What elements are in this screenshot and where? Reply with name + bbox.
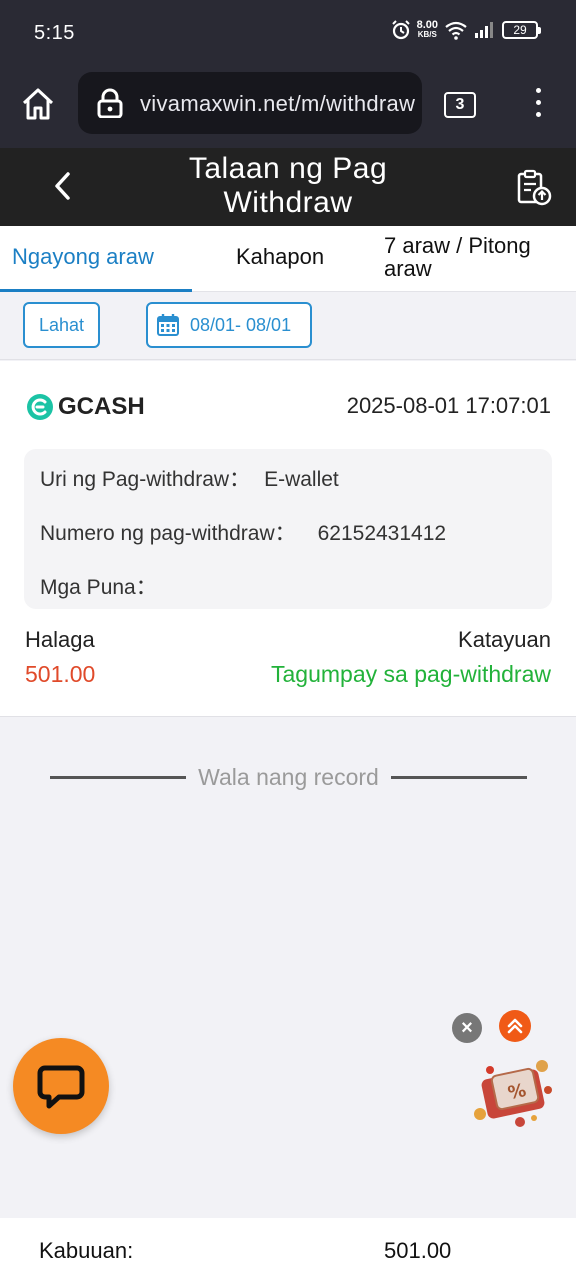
tab-today[interactable]: Ngayong araw [0, 226, 192, 292]
total-bar: Kabuuan: 501.00 [0, 1218, 576, 1280]
chat-icon [37, 1065, 85, 1109]
amount-value: 501.00 [25, 661, 96, 687]
tab-seven-days[interactable]: 7 araw / Pitong araw [384, 234, 564, 280]
browser-menu-icon[interactable] [528, 88, 548, 122]
browser-toolbar: vivamaxwin.net/m/withdraw 3 [0, 66, 576, 148]
back-icon[interactable] [48, 168, 78, 204]
divider-left [50, 775, 187, 779]
withdraw-type-row: Uri ng Pag-withdraw： E-wallet [40, 463, 339, 493]
method-name: GCASH [58, 393, 145, 420]
calendar-icon [157, 314, 179, 336]
status-bar: 5:15 8.00 KB/S 29 [0, 0, 576, 66]
no-more-text: Wala nang record [198, 763, 379, 790]
net-speed: 8.00 KB/S [417, 20, 438, 40]
signal-icon [475, 22, 493, 38]
withdraw-type-label: Uri ng Pag-withdraw： [40, 468, 251, 491]
divider-right [390, 775, 527, 779]
battery-level: 29 [513, 23, 527, 37]
net-speed-unit: KB/S [417, 30, 437, 39]
address-bar[interactable]: vivamaxwin.net/m/withdraw [78, 72, 422, 134]
tab-yesterday[interactable]: Kahapon [236, 244, 324, 270]
double-chevron-up-icon [507, 1018, 523, 1034]
remarks-label: Mga Puna： [40, 576, 157, 599]
wifi-icon [445, 21, 467, 40]
app-header: Talaan ng Pag Withdraw [0, 148, 576, 226]
gcash-logo: GCASH [26, 393, 145, 421]
date-tabs: Ngayong araw Kahapon 7 araw / Pitong ara… [0, 226, 576, 292]
date-range-button[interactable]: 08/01- 08/01 [146, 302, 312, 348]
record-datetime: 2025-08-01 17:07:01 [346, 393, 551, 418]
no-more-records: Wala nang record [50, 762, 527, 792]
record-details: Uri ng Pag-withdraw： E-wallet Numero ng p… [24, 449, 552, 609]
clipboard-upload-icon[interactable] [514, 168, 554, 208]
status-icons: 8.00 KB/S 29 [391, 20, 541, 40]
status-time: 5:15 [34, 22, 75, 44]
total-label: Kabuuan: [39, 1238, 134, 1263]
alarm-icon [391, 20, 410, 40]
close-promo-icon[interactable]: × [452, 1013, 482, 1043]
remarks-row: Mga Puna： [40, 571, 171, 601]
withdraw-number-value: 62152431412 [317, 522, 447, 545]
withdraw-number-row: Numero ng pag-withdraw： 62152431412 [40, 517, 446, 547]
status-value: Tagumpay sa pag-withdraw [271, 661, 551, 687]
page-title: Talaan ng Pag Withdraw [188, 152, 388, 219]
amount-label: Halaga [25, 627, 95, 652]
total-value: 501.00 [384, 1238, 452, 1263]
gcash-icon [27, 394, 53, 420]
battery-icon: 29 [502, 21, 541, 39]
withdraw-number-label: Numero ng pag-withdraw： [40, 522, 296, 545]
home-icon[interactable] [20, 86, 56, 122]
url-text[interactable]: vivamaxwin.net/m/withdraw [140, 91, 415, 117]
tab-switcher-button[interactable]: 3 [444, 92, 476, 118]
promo-gift-icon[interactable]: % [470, 1052, 560, 1132]
filter-row: Lahat 08/01- 08/01 [0, 292, 576, 360]
date-range-text: 08/01- 08/01 [190, 314, 292, 335]
withdraw-record: GCASH 2025-08-01 17:07:01 Uri ng Pag-wit… [0, 361, 576, 717]
lock-icon [97, 88, 123, 118]
live-chat-button[interactable] [13, 1038, 109, 1134]
withdraw-type-value: E-wallet [264, 468, 339, 491]
filter-all-button[interactable]: Lahat [23, 302, 100, 348]
scroll-top-button[interactable] [499, 1010, 531, 1042]
status-label: Katayuan [458, 627, 551, 652]
